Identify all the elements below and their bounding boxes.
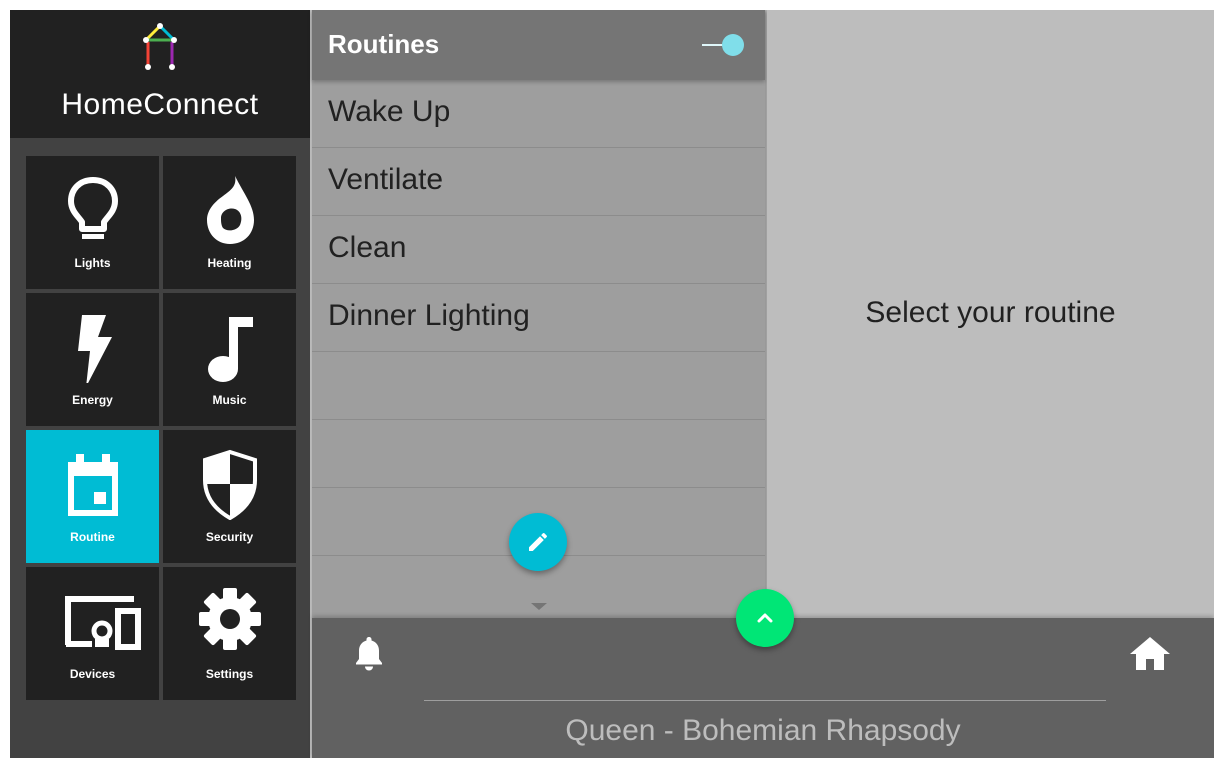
lightning-bolt-icon [78, 315, 112, 383]
expand-player-button[interactable] [736, 589, 794, 647]
tile-lights[interactable]: Lights [26, 156, 159, 289]
devices-icon [65, 596, 141, 650]
routine-item-ventilate[interactable]: Ventilate [312, 149, 765, 216]
sidebar: HomeConnect Lights Heating Energy Music … [10, 10, 310, 758]
edit-routine-button[interactable] [509, 513, 567, 571]
tile-settings[interactable]: Settings [163, 567, 296, 700]
panel-title: Routines [328, 29, 440, 59]
calendar-icon [68, 454, 118, 516]
tile-label: Devices [69, 667, 116, 681]
bell-icon[interactable] [354, 634, 384, 672]
tile-label: Routine [70, 530, 115, 544]
routine-item-dinner-lighting[interactable]: Dinner Lighting [312, 285, 765, 352]
lightbulb-icon [68, 177, 118, 239]
tile-routine[interactable]: Routine [26, 430, 159, 563]
brand-header: HomeConnect [10, 10, 310, 138]
detail-placeholder-text: Select your routine [865, 296, 1116, 329]
home-logo-icon [143, 23, 177, 70]
tile-devices[interactable]: Devices [26, 567, 159, 700]
routines-panel: Wake Up Ventilate Clean Dinner Lighting … [312, 10, 765, 618]
app-name: HomeConnect [61, 88, 259, 121]
routine-label: Wake Up [328, 95, 451, 128]
routine-item-clean[interactable]: Clean [312, 217, 765, 284]
tile-heating[interactable]: Heating [163, 156, 296, 289]
scroll-down-arrow-icon[interactable] [531, 603, 547, 610]
pencil-icon [529, 532, 548, 551]
toggle-knob [722, 34, 744, 56]
routines-header: Routines [312, 10, 765, 80]
tile-label: Lights [74, 256, 111, 270]
tile-label: Heating [207, 256, 252, 270]
divider [424, 700, 1106, 701]
routine-label: Dinner Lighting [328, 299, 530, 332]
tile-label: Music [212, 393, 247, 407]
now-playing-track[interactable]: Queen - Bohemian Rhapsody [312, 714, 1214, 748]
gear-icon [199, 588, 261, 650]
tile-label: Settings [205, 667, 254, 681]
music-note-icon [208, 317, 253, 382]
flame-icon [207, 176, 254, 244]
routine-item-empty[interactable] [312, 353, 765, 420]
tile-security[interactable]: Security [163, 430, 296, 563]
tile-label: Energy [72, 393, 113, 407]
routine-detail-panel: Select your routine [767, 10, 1214, 618]
routines-toggle[interactable] [700, 32, 748, 58]
tile-energy[interactable]: Energy [26, 293, 159, 426]
home-icon[interactable] [1128, 634, 1172, 672]
routine-item-empty[interactable] [312, 421, 765, 488]
tile-music[interactable]: Music [163, 293, 296, 426]
chevron-up-icon [757, 613, 773, 623]
routine-item-wake-up[interactable]: Wake Up [312, 81, 765, 148]
routine-label: Clean [328, 231, 407, 264]
shield-icon [203, 449, 257, 520]
tile-label: Security [205, 530, 254, 544]
app-window: HomeConnect Lights Heating Energy Music … [10, 10, 1214, 758]
routine-label: Ventilate [328, 163, 444, 196]
